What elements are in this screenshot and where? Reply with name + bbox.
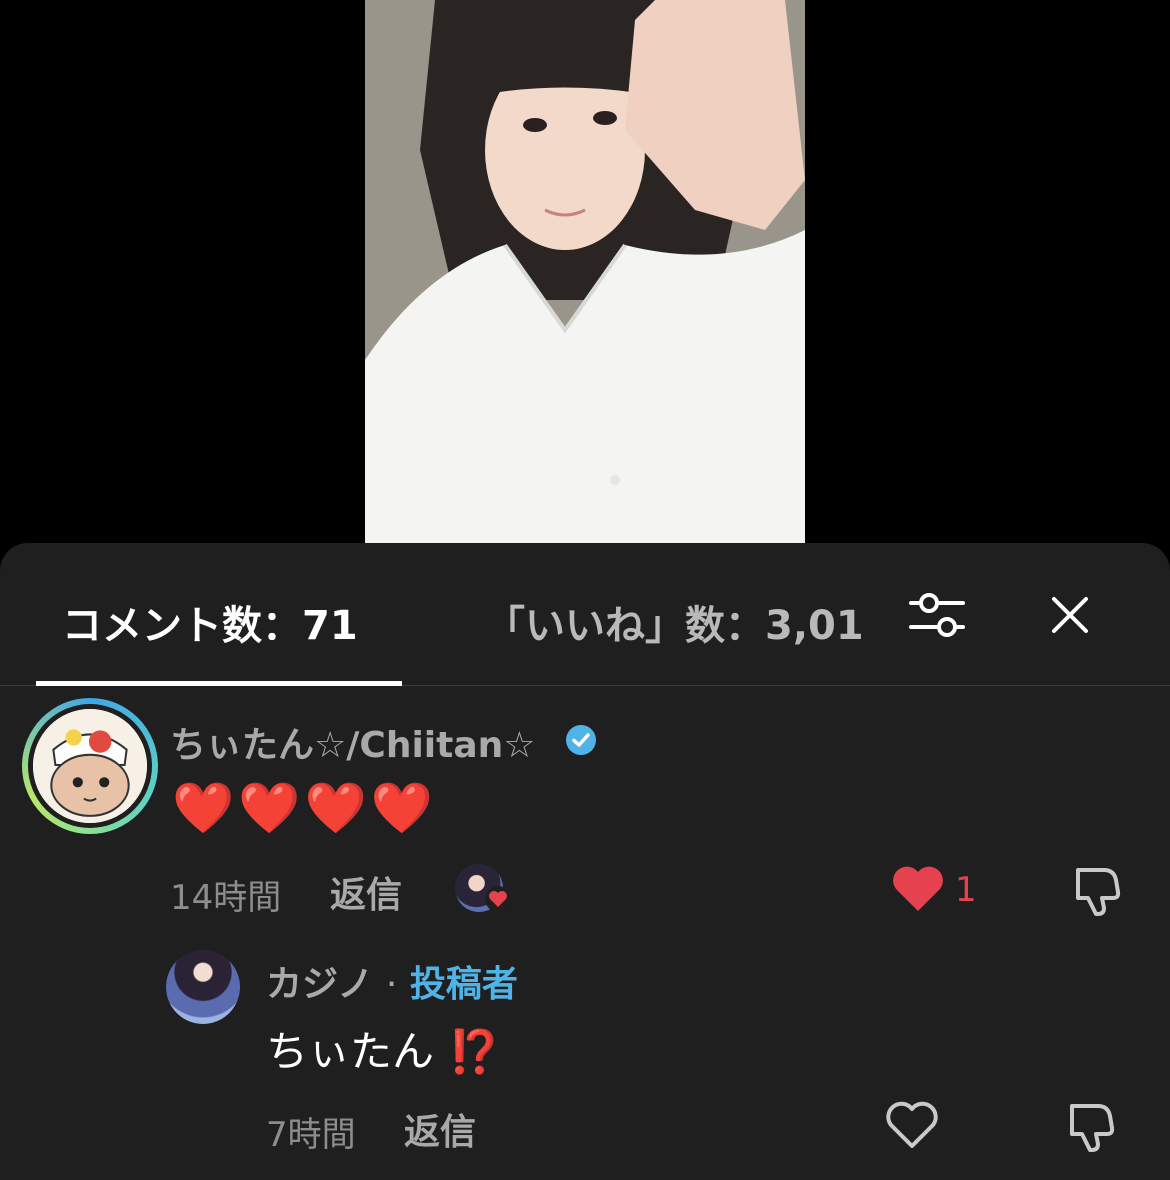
comment-text: ❤️❤️❤️❤️ [172,779,438,837]
reply-author-avatar[interactable] [166,950,240,1024]
commenter-username[interactable]: ちぃたん☆/Chiitan☆ [170,716,536,768]
reply-text: ちぃたん ⁉️ [266,1018,500,1079]
creator-heart-icon [485,886,511,912]
active-tab-indicator [36,681,402,686]
avatar-image [33,709,147,823]
reply-username[interactable]: カジノ [266,964,373,1005]
reply-emoji: ⁉️ [448,1027,501,1076]
filter-sliders-icon [909,593,965,637]
filter-button[interactable] [905,585,969,645]
commenter-avatar[interactable] [22,698,158,834]
heart-icon[interactable] [890,864,946,914]
video-player[interactable] [0,0,1170,560]
close-button[interactable] [1040,585,1100,645]
verified-badge-icon [566,725,596,755]
reply-button[interactable]: 返信 [330,866,402,918]
thumbs-down-icon[interactable] [1070,862,1126,918]
video-still-image [365,0,805,545]
author-badge: 投稿者 [409,964,518,1005]
reply-author-line: カジノ · 投稿者 [266,955,518,1007]
reply-timestamp: 7時間 [266,1115,356,1155]
like-count: 1 [955,870,977,910]
heart-outline-icon[interactable] [884,1100,940,1150]
mascot-avatar-icon [33,709,147,823]
comment-timestamp: 14時間 [170,878,282,918]
video-frame[interactable] [365,0,805,545]
comments-sheet: コメント数：71 「いいね」数：3,01 [0,543,1170,1180]
tab-comments[interactable]: コメント数：71 [62,593,358,651]
reply-separator: · [385,964,398,1005]
tab-bar: コメント数：71 「いいね」数：3,01 [0,543,1170,686]
close-icon [1052,597,1088,633]
reply-text-body: ちぃたん [266,1027,435,1076]
tab-likes[interactable]: 「いいね」数：3,01 [485,593,865,651]
reply-reply-button[interactable]: 返信 [404,1103,476,1155]
thumbs-down-icon[interactable] [1064,1098,1120,1154]
